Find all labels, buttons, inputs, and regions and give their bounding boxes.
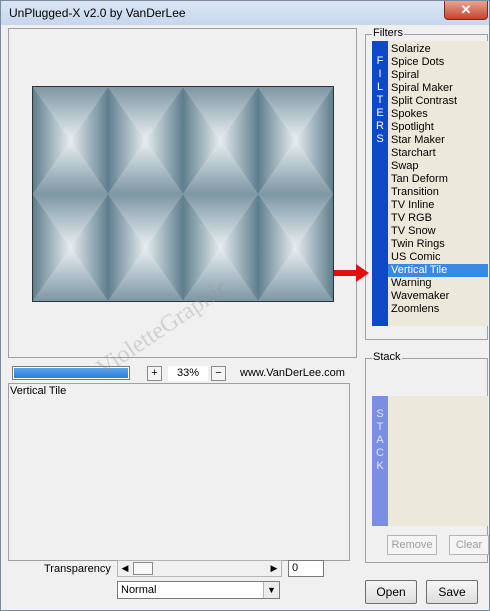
progress-bar [12, 366, 130, 380]
bar-letter: F [376, 55, 384, 67]
filters-tab-bar[interactable]: FILTERS [372, 41, 388, 326]
close-icon: ✕ [460, 2, 472, 17]
bar-letter: A [376, 434, 384, 446]
stack-list[interactable] [388, 396, 488, 526]
bar-letter: I [378, 68, 382, 80]
filter-list[interactable]: Solarize Spice Dots Spiral Spiral Maker Spli… [388, 41, 488, 326]
filter-list-item[interactable]: Star Maker [388, 134, 488, 147]
slider-thumb[interactable] [133, 562, 153, 575]
filter-list-item[interactable]: Spokes [388, 108, 488, 121]
blend-mode-value: Normal [121, 584, 157, 596]
filter-list-item[interactable]: Starchart [388, 147, 488, 160]
open-button[interactable]: Open [365, 580, 417, 604]
remove-button[interactable]: Remove [387, 535, 437, 555]
bar-letter: E [376, 107, 384, 119]
settings-panel [8, 383, 350, 561]
filter-list-item[interactable]: TV Inline [388, 199, 488, 212]
bar-letter: C [376, 447, 384, 459]
title-bar: UnPlugged-X v2.0 by VanDerLee ✕ [1, 1, 489, 25]
preview-frame [8, 28, 357, 358]
scroll-right-icon[interactable]: ▶ [267, 561, 281, 576]
scroll-left-icon[interactable]: ◀ [118, 561, 132, 576]
filter-list-item[interactable]: Spotlight [388, 121, 488, 134]
window-title: UnPlugged-X v2.0 by VanDerLee [9, 6, 186, 20]
bar-letter: K [376, 460, 384, 472]
stack-tab-bar[interactable]: STACK [372, 396, 388, 526]
current-filter-name: Vertical Tile [10, 385, 67, 397]
save-button[interactable]: Save [426, 580, 478, 604]
filter-list-item[interactable]: Spice Dots [388, 56, 488, 69]
filter-list-item[interactable]: US Comic [388, 251, 488, 264]
filter-list-item[interactable]: Spiral Maker [388, 82, 488, 95]
stack-group-label: Stack [372, 351, 402, 363]
transparency-label: Transparency [44, 563, 111, 575]
chevron-down-icon[interactable]: ▼ [263, 582, 279, 598]
preview-image[interactable] [32, 86, 334, 302]
clear-button[interactable]: Clear [449, 535, 489, 555]
transparency-slider[interactable]: ◀ ▶ [117, 560, 282, 577]
progress-fill [14, 368, 128, 378]
filter-list-item[interactable]: Spiral [388, 69, 488, 82]
zoom-level: 33% [168, 366, 208, 381]
vertical-tile-preview [33, 87, 333, 301]
close-button[interactable]: ✕ [444, 1, 488, 20]
zoom-in-button[interactable]: + [147, 366, 162, 381]
filter-list-item[interactable]: Solarize [388, 43, 488, 56]
zoom-out-button[interactable]: − [211, 366, 226, 381]
bar-letter: T [376, 421, 384, 433]
red-arrow-icon [334, 264, 369, 282]
bar-letter: T [376, 94, 384, 106]
filter-list-item[interactable]: Warning [388, 277, 488, 290]
filter-list-item[interactable]: TV RGB [388, 212, 488, 225]
transparency-value-field[interactable]: 0 [288, 560, 324, 577]
bar-letter: S [376, 133, 384, 145]
bar-letter: L [376, 81, 384, 93]
filter-list-item[interactable]: TV Snow [388, 225, 488, 238]
filter-list-item[interactable]: Split Contrast [388, 95, 488, 108]
filters-group-label: Filters [372, 27, 404, 39]
filter-list-item[interactable]: Swap [388, 160, 488, 173]
blend-mode-select[interactable]: Normal ▼ [117, 581, 280, 599]
filter-list-item[interactable]: Wavemaker [388, 290, 488, 303]
filter-list-item[interactable]: Transition [388, 186, 488, 199]
bar-letter: S [376, 408, 384, 420]
bar-letter: R [376, 120, 384, 132]
filter-list-item[interactable]: Twin Rings [388, 238, 488, 251]
filter-list-item[interactable]: Vertical Tile [388, 264, 488, 277]
filter-list-item[interactable]: Zoomlens [388, 303, 488, 316]
website-link[interactable]: www.VanDerLee.com [240, 367, 345, 379]
filter-list-item[interactable]: Tan Deform [388, 173, 488, 186]
